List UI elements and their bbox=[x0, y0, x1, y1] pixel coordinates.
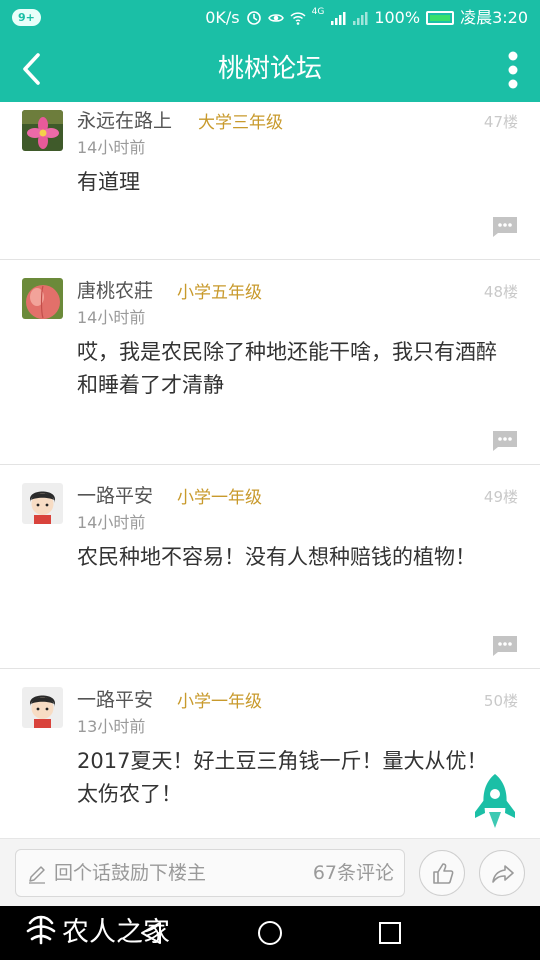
post-time: 13小时前 bbox=[77, 717, 146, 736]
avatar[interactable] bbox=[22, 278, 63, 319]
post-time: 14小时前 bbox=[77, 138, 146, 157]
comment-item: 永远在路上 大学三年级 47楼 14小时前 有道理 bbox=[0, 102, 540, 260]
comment-placeholder: 回个话鼓励下楼主 bbox=[54, 862, 207, 884]
grade-badge: 小学一年级 bbox=[177, 488, 262, 508]
grade-badge: 小学一年级 bbox=[177, 692, 262, 712]
app-bar: 桃树论坛 bbox=[0, 36, 540, 102]
comment-item: 一路平安 小学一年级 50楼 13小时前 2017夏天！好土豆三角钱一斤！量大从… bbox=[0, 669, 540, 838]
back-to-top-rocket-icon[interactable] bbox=[472, 772, 518, 832]
battery-icon bbox=[426, 11, 455, 25]
post-time: 14小时前 bbox=[77, 308, 146, 327]
system-nav-bar: 农人之家 bbox=[0, 906, 540, 960]
floor-number: 50楼 bbox=[483, 692, 518, 710]
share-arrow-icon bbox=[492, 865, 514, 883]
post-time: 14小时前 bbox=[77, 513, 146, 532]
wifi-icon bbox=[290, 12, 306, 25]
avatar[interactable] bbox=[22, 483, 63, 524]
comment-count[interactable]: 67条评论 bbox=[313, 850, 394, 896]
page-title: 桃树论坛 bbox=[217, 54, 322, 84]
comment-text: 哎，我是农民除了种地还能干啥，我只有酒醉和睡着了才清静 bbox=[77, 340, 497, 397]
avatar[interactable] bbox=[22, 687, 63, 728]
status-bar: 9+ 0K/s 4G 100% 凌晨3:20 bbox=[0, 0, 540, 36]
network-type: 4G bbox=[311, 7, 325, 17]
status-icons: 0K/s 4G 100% 凌晨3:20 bbox=[205, 0, 528, 36]
reply-icon[interactable] bbox=[490, 635, 518, 657]
comment-text: 农民种地不容易！没有人想种赔钱的植物！ bbox=[77, 545, 476, 569]
thumbs-up-icon bbox=[433, 863, 454, 884]
cartoon-boy-icon bbox=[22, 483, 63, 524]
nav-back-icon[interactable] bbox=[138, 920, 164, 946]
pencil-icon bbox=[29, 866, 45, 884]
grade-badge: 大学三年级 bbox=[198, 113, 283, 133]
signal-icon-2 bbox=[353, 12, 368, 25]
comment-text: 2017夏天！好土豆三角钱一斤！量大从优！太伤农了！ bbox=[77, 749, 488, 806]
like-button[interactable] bbox=[419, 850, 465, 896]
share-button[interactable] bbox=[479, 850, 525, 896]
avatar[interactable] bbox=[22, 110, 63, 151]
grade-badge: 小学五年级 bbox=[177, 283, 262, 303]
comment-input[interactable]: 回个话鼓励下楼主 67条评论 bbox=[15, 849, 405, 897]
floor-number: 49楼 bbox=[483, 488, 518, 506]
clock: 凌晨3:20 bbox=[460, 8, 528, 27]
reply-icon[interactable] bbox=[490, 430, 518, 452]
comment-bar: 回个话鼓励下楼主 67条评论 bbox=[0, 838, 540, 906]
comment-item: 一路平安 小学一年级 49楼 14小时前 农民种地不容易！没有人想种赔钱的植物！ bbox=[0, 465, 540, 669]
nav-recent-apps-icon[interactable] bbox=[378, 921, 402, 945]
username[interactable]: 唐桃农莊 bbox=[77, 276, 153, 303]
more-options-icon[interactable] bbox=[504, 50, 522, 90]
comment-text: 有道理 bbox=[77, 170, 140, 194]
alarm-icon bbox=[246, 11, 261, 25]
pink-flower-icon bbox=[22, 110, 63, 151]
username[interactable]: 一路平安 bbox=[77, 685, 153, 712]
comment-feed[interactable]: 永远在路上 大学三年级 47楼 14小时前 有道理 唐桃农莊 小学五年级 48楼… bbox=[0, 102, 540, 838]
back-arrow-icon[interactable] bbox=[14, 50, 52, 88]
peach-icon bbox=[22, 278, 63, 319]
reply-icon[interactable] bbox=[490, 216, 518, 238]
cartoon-boy-icon bbox=[22, 687, 63, 728]
notification-badge: 9+ bbox=[12, 9, 41, 26]
signal-icon bbox=[331, 12, 346, 25]
username[interactable]: 一路平安 bbox=[77, 481, 153, 508]
nav-home-icon[interactable] bbox=[257, 920, 283, 946]
eye-icon bbox=[267, 14, 284, 22]
comment-item: 唐桃农莊 小学五年级 48楼 14小时前 哎，我是农民除了种地还能干啥，我只有酒… bbox=[0, 260, 540, 465]
floor-number: 47楼 bbox=[483, 113, 518, 131]
battery-percent: 100% bbox=[374, 8, 421, 27]
floor-number: 48楼 bbox=[483, 283, 518, 301]
network-speed: 0K/s bbox=[205, 8, 240, 27]
username[interactable]: 永远在路上 bbox=[77, 106, 172, 133]
farmer-logo-icon bbox=[26, 915, 56, 944]
